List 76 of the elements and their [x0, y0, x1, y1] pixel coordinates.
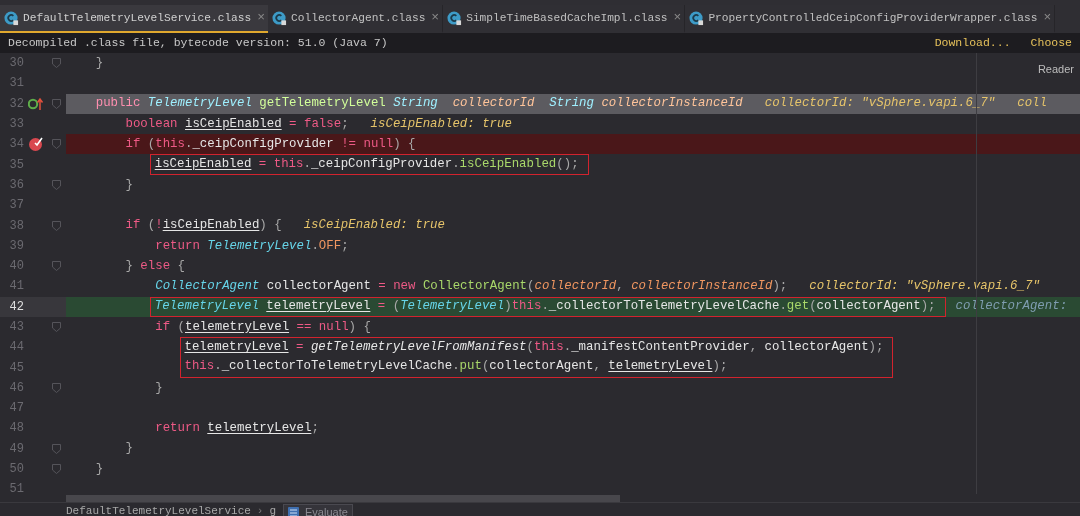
- class-file-icon: [689, 10, 705, 26]
- evaluate-popup[interactable]: Evaluate: [283, 504, 353, 516]
- code-line: public TelemetryLevel getTelemetryLevel String collectorId String collectorInstanceId: [95, 95, 743, 113]
- code-line: }: [125, 440, 133, 458]
- code-line: if (telemetryLevel == null) {: [155, 318, 371, 336]
- class-file-icon: [4, 10, 19, 26]
- code-line: }: [95, 460, 104, 478]
- line-number: 34: [8, 136, 24, 154]
- line-number: 50: [8, 461, 24, 479]
- line-number: 41: [8, 278, 24, 296]
- line-number: 45: [8, 359, 24, 377]
- class-file-icon: [447, 10, 463, 26]
- override-icon[interactable]: [28, 96, 44, 111]
- fold-icon[interactable]: [52, 382, 61, 393]
- line-number: 51: [8, 481, 24, 494]
- line-number: 42: [8, 298, 24, 316]
- fold-icon[interactable]: [52, 261, 61, 272]
- code-line: return telemetryLevel;: [155, 420, 319, 438]
- fold-icon[interactable]: [52, 58, 61, 69]
- close-tab-button[interactable]: ×: [431, 8, 440, 28]
- code-line: telemetryLevel = getTelemetryLevelFromManifest(this._manifestContentProvider, collectorAgent);: [184, 339, 884, 357]
- inline-value-hint: collectorId: "vSphere.vapi.6_7": [764, 95, 996, 113]
- banner-link[interactable]: Download...: [934, 34, 1011, 52]
- line-number: 37: [8, 197, 24, 215]
- code-line: TelemetryLevel telemetryLevel = (TelemetryLevel)this._collectorToTelemetryLevelCache.get(collectorAgent);: [154, 297, 936, 315]
- breadcrumb-item[interactable]: g: [269, 503, 277, 516]
- code-line: }: [95, 54, 104, 72]
- fold-icon[interactable]: [52, 322, 61, 332]
- inline-value-hint: coll: [1017, 95, 1047, 113]
- code-line: if (this._ceipConfigProvider != null) {: [125, 136, 416, 154]
- code-line: }: [155, 379, 163, 397]
- code-line: if (!isCeipEnabled) {: [125, 217, 282, 235]
- class-file-icon: [272, 10, 288, 26]
- code-line: } else {: [125, 257, 185, 275]
- line-number: 49: [8, 440, 24, 458]
- line-number: 39: [8, 237, 24, 255]
- fold-icon[interactable]: [52, 98, 61, 109]
- fold-icon[interactable]: [52, 220, 61, 231]
- line-number: 33: [8, 116, 24, 134]
- code-line: }: [125, 176, 133, 194]
- line-number: 48: [8, 420, 24, 438]
- editor-tab[interactable]: DefaultTelemetryLevelService.class ×: [0, 5, 269, 33]
- line-number: 31: [8, 75, 24, 93]
- line-number: 46: [8, 379, 24, 397]
- fold-icon[interactable]: [52, 139, 61, 150]
- inline-value-hint: isCeipEnabled: true: [303, 217, 445, 235]
- decompiled-notice: Decompiled .class file, bytecode version: 51.0 (Java 7): [8, 35, 388, 52]
- breadcrumb-separator: ›: [256, 504, 264, 516]
- inline-value-hint: collectorAgent:: [955, 298, 1068, 316]
- inline-value-hint: isCeipEnabled: true: [370, 115, 512, 133]
- inline-value-hint: collectorId: "vSphere.vapi.6_7": [809, 278, 1040, 296]
- line-number: 35: [8, 156, 24, 174]
- code-line: isCeipEnabled = this._ceipConfigProvider.isCeipEnabled();: [154, 155, 579, 173]
- line-number: 43: [8, 319, 24, 336]
- breakpoint-icon[interactable]: [28, 136, 44, 153]
- calculator-icon: [288, 506, 299, 516]
- banner-link[interactable]: Choose: [1030, 34, 1072, 52]
- fold-icon[interactable]: [52, 464, 61, 475]
- fold-icon[interactable]: [52, 179, 61, 190]
- reader-mode-link[interactable]: Reader: [1037, 61, 1074, 78]
- code-line: boolean isCeipEnabled = false;: [125, 115, 349, 133]
- code-line: this._collectorToTelemetryLevelCache.put(collectorAgent, telemetryLevel);: [184, 358, 728, 376]
- line-number: 47: [8, 400, 24, 418]
- line-number: 32: [8, 95, 24, 113]
- line-number: 40: [8, 258, 24, 276]
- code-line: CollectorAgent collectorAgent = new CollectorAgent(collectorId, collectorInstanceId);: [155, 278, 788, 296]
- close-tab-button[interactable]: ×: [673, 8, 682, 28]
- horizontal-scrollbar[interactable]: [66, 494, 620, 502]
- breadcrumb-item[interactable]: DefaultTelemetryLevelService: [66, 503, 251, 516]
- line-number: 44: [8, 339, 24, 357]
- line-number: 38: [8, 217, 24, 235]
- line-number: 36: [8, 176, 24, 194]
- close-tab-button[interactable]: ×: [1043, 8, 1052, 28]
- line-number: 30: [8, 55, 24, 73]
- code-line: return TelemetryLevel.OFF;: [155, 237, 349, 255]
- fold-icon[interactable]: [52, 443, 61, 454]
